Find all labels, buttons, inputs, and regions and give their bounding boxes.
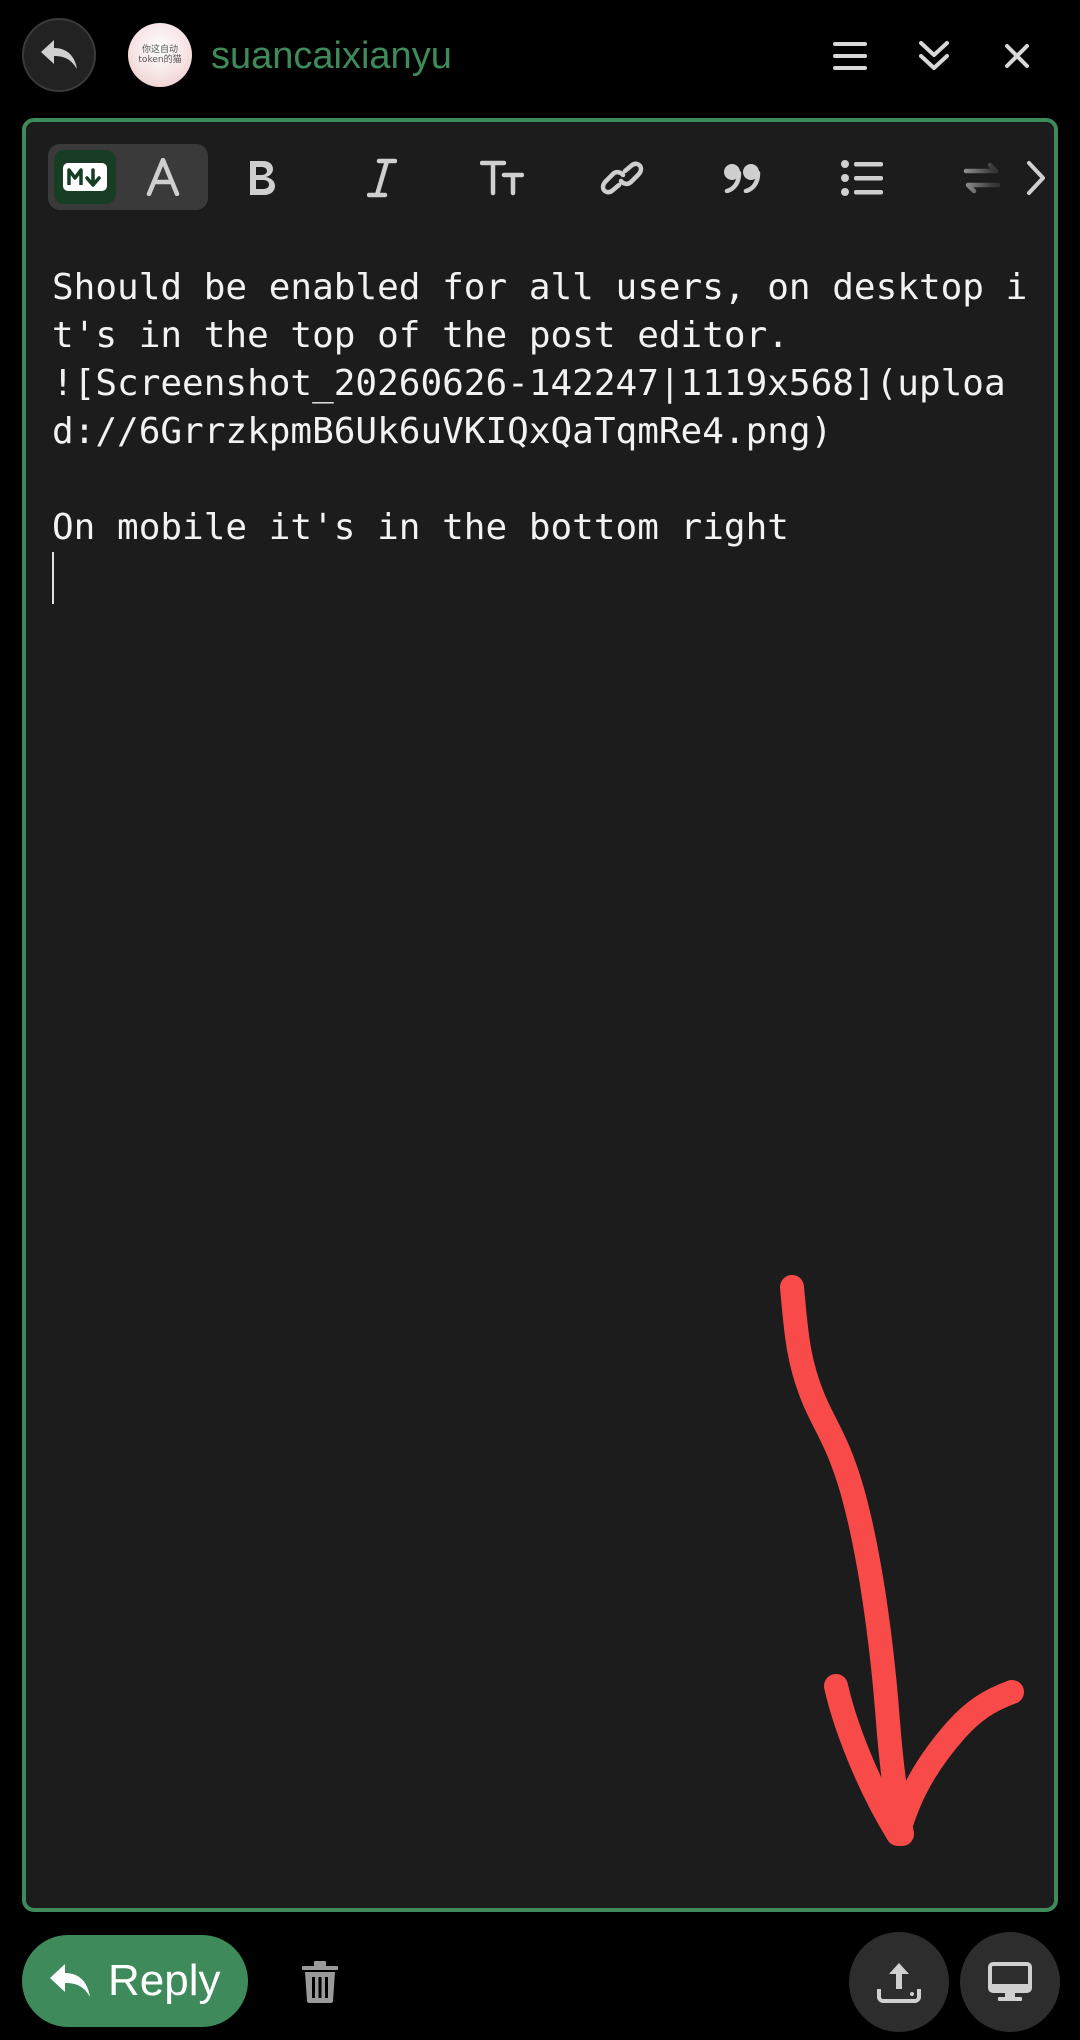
double-chevron-down-icon [919, 41, 949, 70]
username[interactable]: suancaixianyu [211, 28, 452, 84]
hamburger-menu-icon [833, 42, 867, 70]
upload-button[interactable] [849, 1932, 949, 2032]
reply-icon [50, 1964, 90, 1997]
close-button[interactable] [987, 26, 1047, 86]
upload-icon [877, 1963, 921, 2003]
avatar[interactable]: 你这自动 token的猫 [128, 23, 192, 87]
red-arrow-annotation [780, 1275, 1024, 1846]
trash-icon [302, 1961, 338, 2003]
discard-button[interactable] [290, 1950, 350, 2014]
close-icon [1005, 44, 1029, 68]
menu-button[interactable] [820, 26, 880, 86]
avatar-text-line1: 你这自动 [141, 45, 178, 55]
reply-label: Reply [108, 1956, 221, 2005]
back-button[interactable] [22, 18, 96, 92]
collapse-button[interactable] [904, 26, 964, 86]
avatar-text-line2: token的猫 [138, 55, 182, 65]
composer-editor: Should be enabled for all users, on desk… [22, 118, 1058, 1912]
composer-header: 你这自动 token的猫 suancaixianyu [0, 0, 1080, 115]
reply-button[interactable]: Reply [22, 1935, 248, 2027]
reply-back-icon [41, 40, 77, 69]
composer-screen: 你这自动 token的猫 suancaixianyu Should be ena… [0, 0, 1080, 2040]
desktop-mode-button[interactable] [960, 1932, 1060, 2032]
desktop-icon [988, 1962, 1032, 2001]
